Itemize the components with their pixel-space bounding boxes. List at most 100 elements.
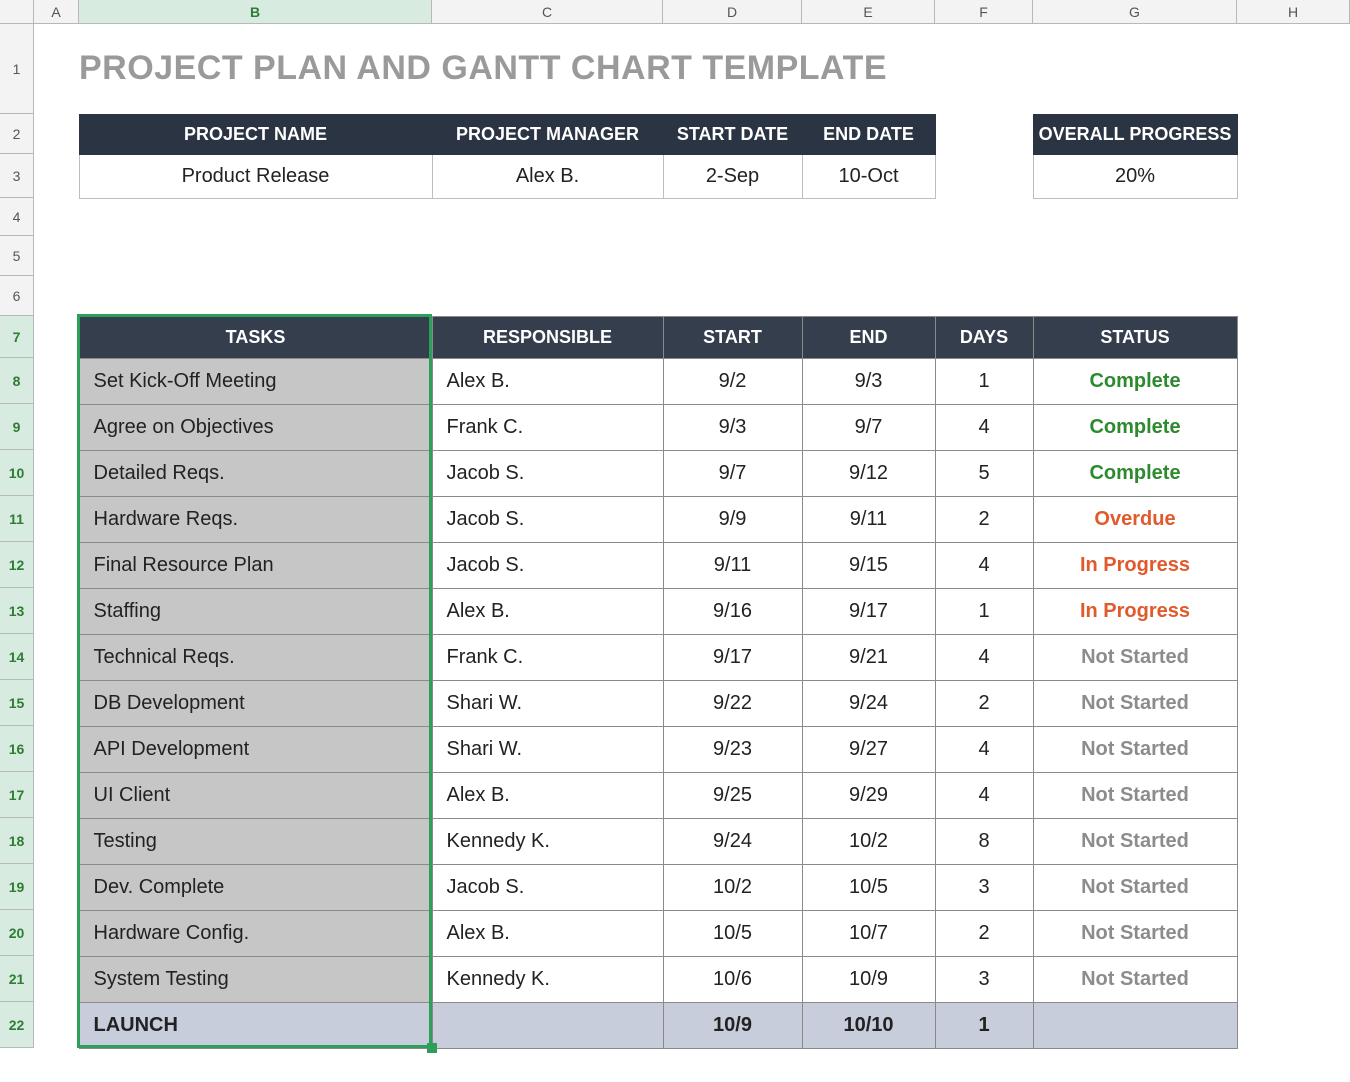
column-header-C[interactable]: C	[432, 0, 663, 23]
task-end-cell[interactable]: 10/9	[802, 956, 935, 1002]
column-header-A[interactable]: A	[34, 0, 79, 23]
task-responsible-cell[interactable]: Frank C.	[432, 634, 663, 680]
task-status-cell[interactable]: Overdue	[1033, 496, 1237, 542]
task-end-cell[interactable]: 9/17	[802, 588, 935, 634]
summary-value-overall-progress[interactable]: 20%	[1033, 154, 1237, 198]
row-header-22[interactable]: 22	[0, 1002, 33, 1048]
task-start-cell[interactable]: 9/25	[663, 772, 802, 818]
task-days-cell[interactable]: 4	[935, 542, 1033, 588]
task-status-cell[interactable]: Complete	[1033, 450, 1237, 496]
task-name-cell[interactable]: Hardware Reqs.	[79, 496, 432, 542]
launch-start-cell[interactable]: 10/9	[663, 1002, 802, 1048]
task-end-cell[interactable]: 9/3	[802, 358, 935, 404]
summary-value-project-manager[interactable]: Alex B.	[432, 154, 663, 198]
task-responsible-cell[interactable]: Alex B.	[432, 588, 663, 634]
row-header-2[interactable]: 2	[0, 114, 33, 154]
task-status-cell[interactable]: Not Started	[1033, 910, 1237, 956]
row-header-9[interactable]: 9	[0, 404, 33, 450]
column-header-B[interactable]: B	[79, 0, 432, 23]
launch-status-cell[interactable]	[1033, 1002, 1237, 1048]
task-days-cell[interactable]: 3	[935, 864, 1033, 910]
task-status-cell[interactable]: Not Started	[1033, 680, 1237, 726]
row-header-7[interactable]: 7	[0, 316, 33, 358]
row-header-13[interactable]: 13	[0, 588, 33, 634]
task-days-cell[interactable]: 4	[935, 772, 1033, 818]
task-days-cell[interactable]: 4	[935, 404, 1033, 450]
task-start-cell[interactable]: 9/2	[663, 358, 802, 404]
column-header-E[interactable]: E	[802, 0, 935, 23]
task-responsible-cell[interactable]: Shari W.	[432, 726, 663, 772]
task-name-cell[interactable]: Final Resource Plan	[79, 542, 432, 588]
launch-name-cell[interactable]: LAUNCH	[79, 1002, 432, 1048]
row-header-1[interactable]: 1	[0, 24, 33, 114]
task-days-cell[interactable]: 2	[935, 496, 1033, 542]
select-all-corner[interactable]	[0, 0, 34, 23]
task-start-cell[interactable]: 9/9	[663, 496, 802, 542]
task-name-cell[interactable]: System Testing	[79, 956, 432, 1002]
row-header-4[interactable]: 4	[0, 198, 33, 236]
task-responsible-cell[interactable]: Jacob S.	[432, 542, 663, 588]
task-end-cell[interactable]: 10/5	[802, 864, 935, 910]
task-start-cell[interactable]: 10/6	[663, 956, 802, 1002]
row-header-16[interactable]: 16	[0, 726, 33, 772]
task-status-cell[interactable]: Not Started	[1033, 956, 1237, 1002]
row-header-8[interactable]: 8	[0, 358, 33, 404]
row-header-3[interactable]: 3	[0, 154, 33, 198]
task-name-cell[interactable]: Technical Reqs.	[79, 634, 432, 680]
task-responsible-cell[interactable]: Kennedy K.	[432, 818, 663, 864]
task-days-cell[interactable]: 4	[935, 726, 1033, 772]
task-start-cell[interactable]: 9/23	[663, 726, 802, 772]
summary-value-start-date[interactable]: 2-Sep	[663, 154, 802, 198]
task-start-cell[interactable]: 9/22	[663, 680, 802, 726]
task-days-cell[interactable]: 2	[935, 910, 1033, 956]
task-status-cell[interactable]: Complete	[1033, 358, 1237, 404]
task-responsible-cell[interactable]: Jacob S.	[432, 496, 663, 542]
task-name-cell[interactable]: Testing	[79, 818, 432, 864]
row-header-17[interactable]: 17	[0, 772, 33, 818]
task-status-cell[interactable]: In Progress	[1033, 588, 1237, 634]
task-days-cell[interactable]: 3	[935, 956, 1033, 1002]
row-header-18[interactable]: 18	[0, 818, 33, 864]
task-responsible-cell[interactable]: Jacob S.	[432, 450, 663, 496]
task-days-cell[interactable]: 1	[935, 588, 1033, 634]
task-days-cell[interactable]: 8	[935, 818, 1033, 864]
task-start-cell[interactable]: 9/24	[663, 818, 802, 864]
task-end-cell[interactable]: 9/27	[802, 726, 935, 772]
task-responsible-cell[interactable]: Alex B.	[432, 910, 663, 956]
task-responsible-cell[interactable]: Shari W.	[432, 680, 663, 726]
column-header-F[interactable]: F	[935, 0, 1033, 23]
row-header-11[interactable]: 11	[0, 496, 33, 542]
task-days-cell[interactable]: 5	[935, 450, 1033, 496]
row-header-15[interactable]: 15	[0, 680, 33, 726]
row-header-20[interactable]: 20	[0, 910, 33, 956]
row-header-12[interactable]: 12	[0, 542, 33, 588]
summary-value-project-name[interactable]: Product Release	[79, 154, 432, 198]
task-status-cell[interactable]: Not Started	[1033, 772, 1237, 818]
summary-value-end-date[interactable]: 10-Oct	[802, 154, 935, 198]
row-header-14[interactable]: 14	[0, 634, 33, 680]
task-end-cell[interactable]: 9/7	[802, 404, 935, 450]
task-end-cell[interactable]: 10/7	[802, 910, 935, 956]
task-responsible-cell[interactable]: Jacob S.	[432, 864, 663, 910]
task-start-cell[interactable]: 10/5	[663, 910, 802, 956]
task-responsible-cell[interactable]: Alex B.	[432, 358, 663, 404]
task-status-cell[interactable]: In Progress	[1033, 542, 1237, 588]
task-days-cell[interactable]: 2	[935, 680, 1033, 726]
task-name-cell[interactable]: UI Client	[79, 772, 432, 818]
task-name-cell[interactable]: API Development	[79, 726, 432, 772]
launch-end-cell[interactable]: 10/10	[802, 1002, 935, 1048]
task-start-cell[interactable]: 9/16	[663, 588, 802, 634]
task-name-cell[interactable]: DB Development	[79, 680, 432, 726]
row-header-10[interactable]: 10	[0, 450, 33, 496]
task-end-cell[interactable]: 9/21	[802, 634, 935, 680]
task-name-cell[interactable]: Set Kick-Off Meeting	[79, 358, 432, 404]
task-responsible-cell[interactable]: Alex B.	[432, 772, 663, 818]
task-days-cell[interactable]: 1	[935, 358, 1033, 404]
task-start-cell[interactable]: 9/3	[663, 404, 802, 450]
task-end-cell[interactable]: 9/15	[802, 542, 935, 588]
task-name-cell[interactable]: Dev. Complete	[79, 864, 432, 910]
column-header-D[interactable]: D	[663, 0, 802, 23]
task-status-cell[interactable]: Complete	[1033, 404, 1237, 450]
task-status-cell[interactable]: Not Started	[1033, 726, 1237, 772]
task-status-cell[interactable]: Not Started	[1033, 634, 1237, 680]
